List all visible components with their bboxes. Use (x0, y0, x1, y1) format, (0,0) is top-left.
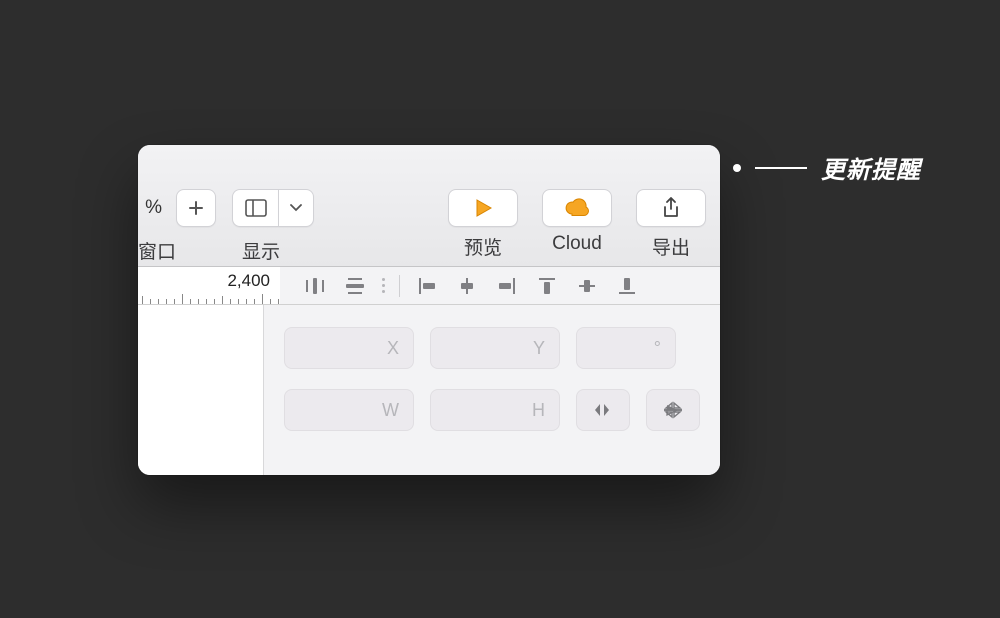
toolbar-separator (399, 275, 400, 297)
cloud-label: Cloud (552, 233, 602, 255)
sidebar-layout-icon (245, 199, 267, 217)
display-dropdown-button[interactable] (278, 189, 314, 227)
y-label: Y (533, 338, 545, 359)
cloud-icon (564, 198, 590, 218)
alignment-toolbar (280, 267, 720, 304)
horizontal-ruler: 2,400 (138, 267, 280, 304)
zoom-controls: % (138, 189, 216, 227)
display-layout-button[interactable] (232, 189, 278, 227)
height-field[interactable]: H (430, 389, 560, 431)
ruler-ticks (138, 290, 280, 304)
annotation-callout: 更新提醒 (733, 150, 921, 185)
toolbar-right-cluster: 预览 Cloud 导出 (448, 189, 706, 260)
preview-label: 预览 (464, 233, 502, 260)
degree-label: ° (654, 338, 661, 359)
distribute-vertical-button[interactable] (338, 273, 372, 299)
app-window: 共享组件库有更新可用 % 窗口 显示 (138, 145, 720, 475)
y-field[interactable]: Y (430, 327, 560, 369)
align-center-v-button[interactable] (570, 273, 604, 299)
x-label: X (387, 338, 399, 359)
zoom-in-button[interactable] (176, 189, 216, 227)
display-group-label: 显示 (242, 237, 280, 264)
ruler-value: 2,400 (227, 271, 270, 291)
w-label: W (382, 400, 399, 421)
more-distribute-icon[interactable] (382, 278, 385, 293)
display-mode-group (232, 189, 314, 227)
distribute-horizontal-button[interactable] (298, 273, 332, 299)
callout-line (755, 167, 807, 169)
toolbar: % 窗口 显示 预览 (138, 145, 720, 267)
flip-horizontal-button[interactable] (576, 389, 630, 431)
zoom-percent-label: % (138, 189, 168, 227)
align-bottom-button[interactable] (610, 273, 644, 299)
play-icon (472, 197, 494, 219)
inspector-panel: X Y ° W H (264, 305, 720, 475)
align-top-button[interactable] (530, 273, 564, 299)
align-center-h-button[interactable] (450, 273, 484, 299)
plus-icon (188, 200, 204, 216)
cloud-button[interactable] (542, 189, 612, 227)
chevron-down-icon (290, 204, 302, 212)
align-left-button[interactable] (410, 273, 444, 299)
rotation-field[interactable]: ° (576, 327, 676, 369)
callout-dot-icon (733, 164, 741, 172)
align-right-button[interactable] (490, 273, 524, 299)
window-group-label: 窗口 (138, 237, 182, 264)
flip-h-icon (593, 401, 613, 419)
callout-text: 更新提醒 (821, 150, 921, 185)
flip-vertical-button[interactable] (646, 389, 700, 431)
export-label: 导出 (652, 233, 690, 260)
share-icon (662, 197, 680, 219)
h-label: H (532, 400, 545, 421)
canvas-area[interactable] (138, 305, 264, 475)
lower-pane: X Y ° W H (138, 305, 720, 475)
x-field[interactable]: X (284, 327, 414, 369)
flip-v-icon (663, 401, 683, 419)
ruler-row: 2,400 (138, 267, 720, 305)
width-field[interactable]: W (284, 389, 414, 431)
preview-button[interactable] (448, 189, 518, 227)
export-button[interactable] (636, 189, 706, 227)
